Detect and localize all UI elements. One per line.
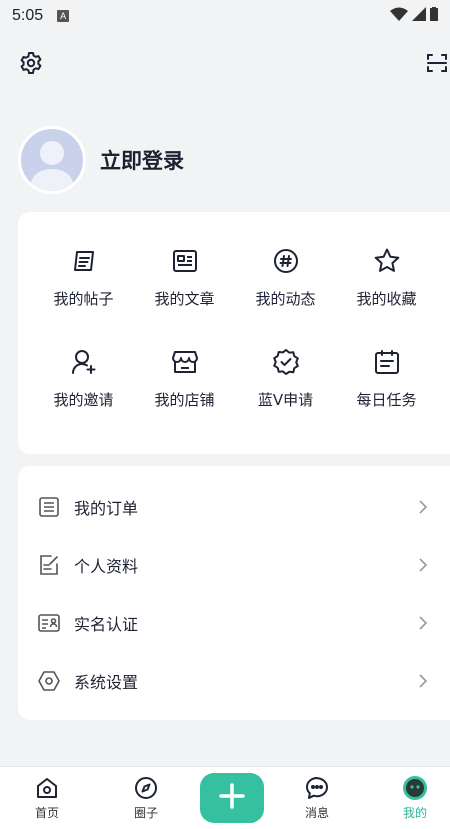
menu-item-real-name-auth[interactable]: 实名认证 xyxy=(18,594,450,652)
tab-label: 消息 xyxy=(304,806,329,820)
home-icon xyxy=(34,775,60,801)
feature-grid-card: 我的帖子 我的文章 我的动态 我的收藏 我的邀请 我的店铺 蓝V申请 每日任务 xyxy=(18,212,450,454)
grid-label: 我的文章 xyxy=(154,290,215,308)
grid-item-my-favorites[interactable]: 我的收藏 xyxy=(336,246,437,309)
chevron-right-icon xyxy=(416,558,430,572)
tab-label: 圈子 xyxy=(133,806,158,820)
status-app-badge: A xyxy=(57,10,70,22)
verified-badge-icon xyxy=(271,347,301,377)
edit-profile-icon xyxy=(38,554,60,576)
grid-label: 我的动态 xyxy=(255,290,316,308)
article-icon xyxy=(170,246,200,276)
grid-label: 我的店铺 xyxy=(154,391,215,409)
grid-item-blue-v-apply[interactable]: 蓝V申请 xyxy=(235,347,336,410)
grid-label: 蓝V申请 xyxy=(257,391,314,409)
status-time: 5:05 xyxy=(12,7,44,24)
bottom-tab-bar: 首页 圈子 消息 我的 xyxy=(0,766,450,829)
tab-label: 首页 xyxy=(34,806,59,820)
menu-item-system-settings[interactable]: 系统设置 xyxy=(18,652,450,710)
grid-item-my-posts[interactable]: 我的帖子 xyxy=(33,246,134,309)
chat-bubble-icon xyxy=(304,775,330,801)
grid-label: 每日任务 xyxy=(356,391,417,409)
store-icon xyxy=(170,347,200,377)
compass-icon xyxy=(133,775,159,801)
grid-item-my-articles[interactable]: 我的文章 xyxy=(134,246,235,309)
grid-item-my-activity[interactable]: 我的动态 xyxy=(235,246,336,309)
scan-icon[interactable] xyxy=(424,50,450,76)
menu-item-my-orders[interactable]: 我的订单 xyxy=(18,478,450,536)
tab-messages[interactable]: 消息 xyxy=(304,775,330,821)
grid-item-my-invites[interactable]: 我的邀请 xyxy=(33,347,134,410)
settings-gear-icon[interactable] xyxy=(18,50,44,76)
tab-mine[interactable]: 我的 xyxy=(402,775,428,821)
login-link[interactable]: 立即登录 xyxy=(100,145,184,175)
chevron-right-icon xyxy=(416,616,430,630)
battery-icon xyxy=(430,7,438,25)
hashtag-icon xyxy=(271,246,301,276)
chevron-right-icon xyxy=(416,674,430,688)
invite-user-icon xyxy=(69,347,99,377)
profile-header[interactable]: 立即登录 xyxy=(18,126,184,194)
grid-label: 我的收藏 xyxy=(356,290,417,308)
status-bar: 5:05 A xyxy=(0,0,450,32)
tab-circle[interactable]: 圈子 xyxy=(133,775,159,821)
create-post-button[interactable] xyxy=(200,773,264,823)
grid-item-daily-tasks[interactable]: 每日任务 xyxy=(336,347,437,410)
signal-icon xyxy=(412,7,426,25)
menu-label: 我的订单 xyxy=(74,499,139,518)
menu-label: 实名认证 xyxy=(74,615,139,634)
star-icon xyxy=(372,246,402,276)
wifi-icon xyxy=(390,7,408,25)
tab-home[interactable]: 首页 xyxy=(34,775,60,821)
grid-label: 我的帖子 xyxy=(53,290,114,308)
plus-icon xyxy=(218,782,246,814)
id-card-icon xyxy=(38,612,60,634)
post-icon xyxy=(69,246,99,276)
menu-label: 系统设置 xyxy=(74,673,139,692)
menu-item-profile[interactable]: 个人资料 xyxy=(18,536,450,594)
menu-label: 个人资料 xyxy=(74,557,139,576)
mine-face-icon xyxy=(402,775,428,801)
settings-hexagon-icon xyxy=(38,670,60,692)
status-indicators xyxy=(390,7,438,25)
avatar[interactable] xyxy=(18,126,86,194)
grid-item-my-store[interactable]: 我的店铺 xyxy=(134,347,235,410)
grid-label: 我的邀请 xyxy=(53,391,114,409)
menu-list-card: 我的订单 个人资料 实名认证 系统设置 xyxy=(18,466,450,720)
chevron-right-icon xyxy=(416,500,430,514)
tab-label: 我的 xyxy=(402,806,427,820)
order-list-icon xyxy=(38,496,60,518)
calendar-task-icon xyxy=(372,347,402,377)
